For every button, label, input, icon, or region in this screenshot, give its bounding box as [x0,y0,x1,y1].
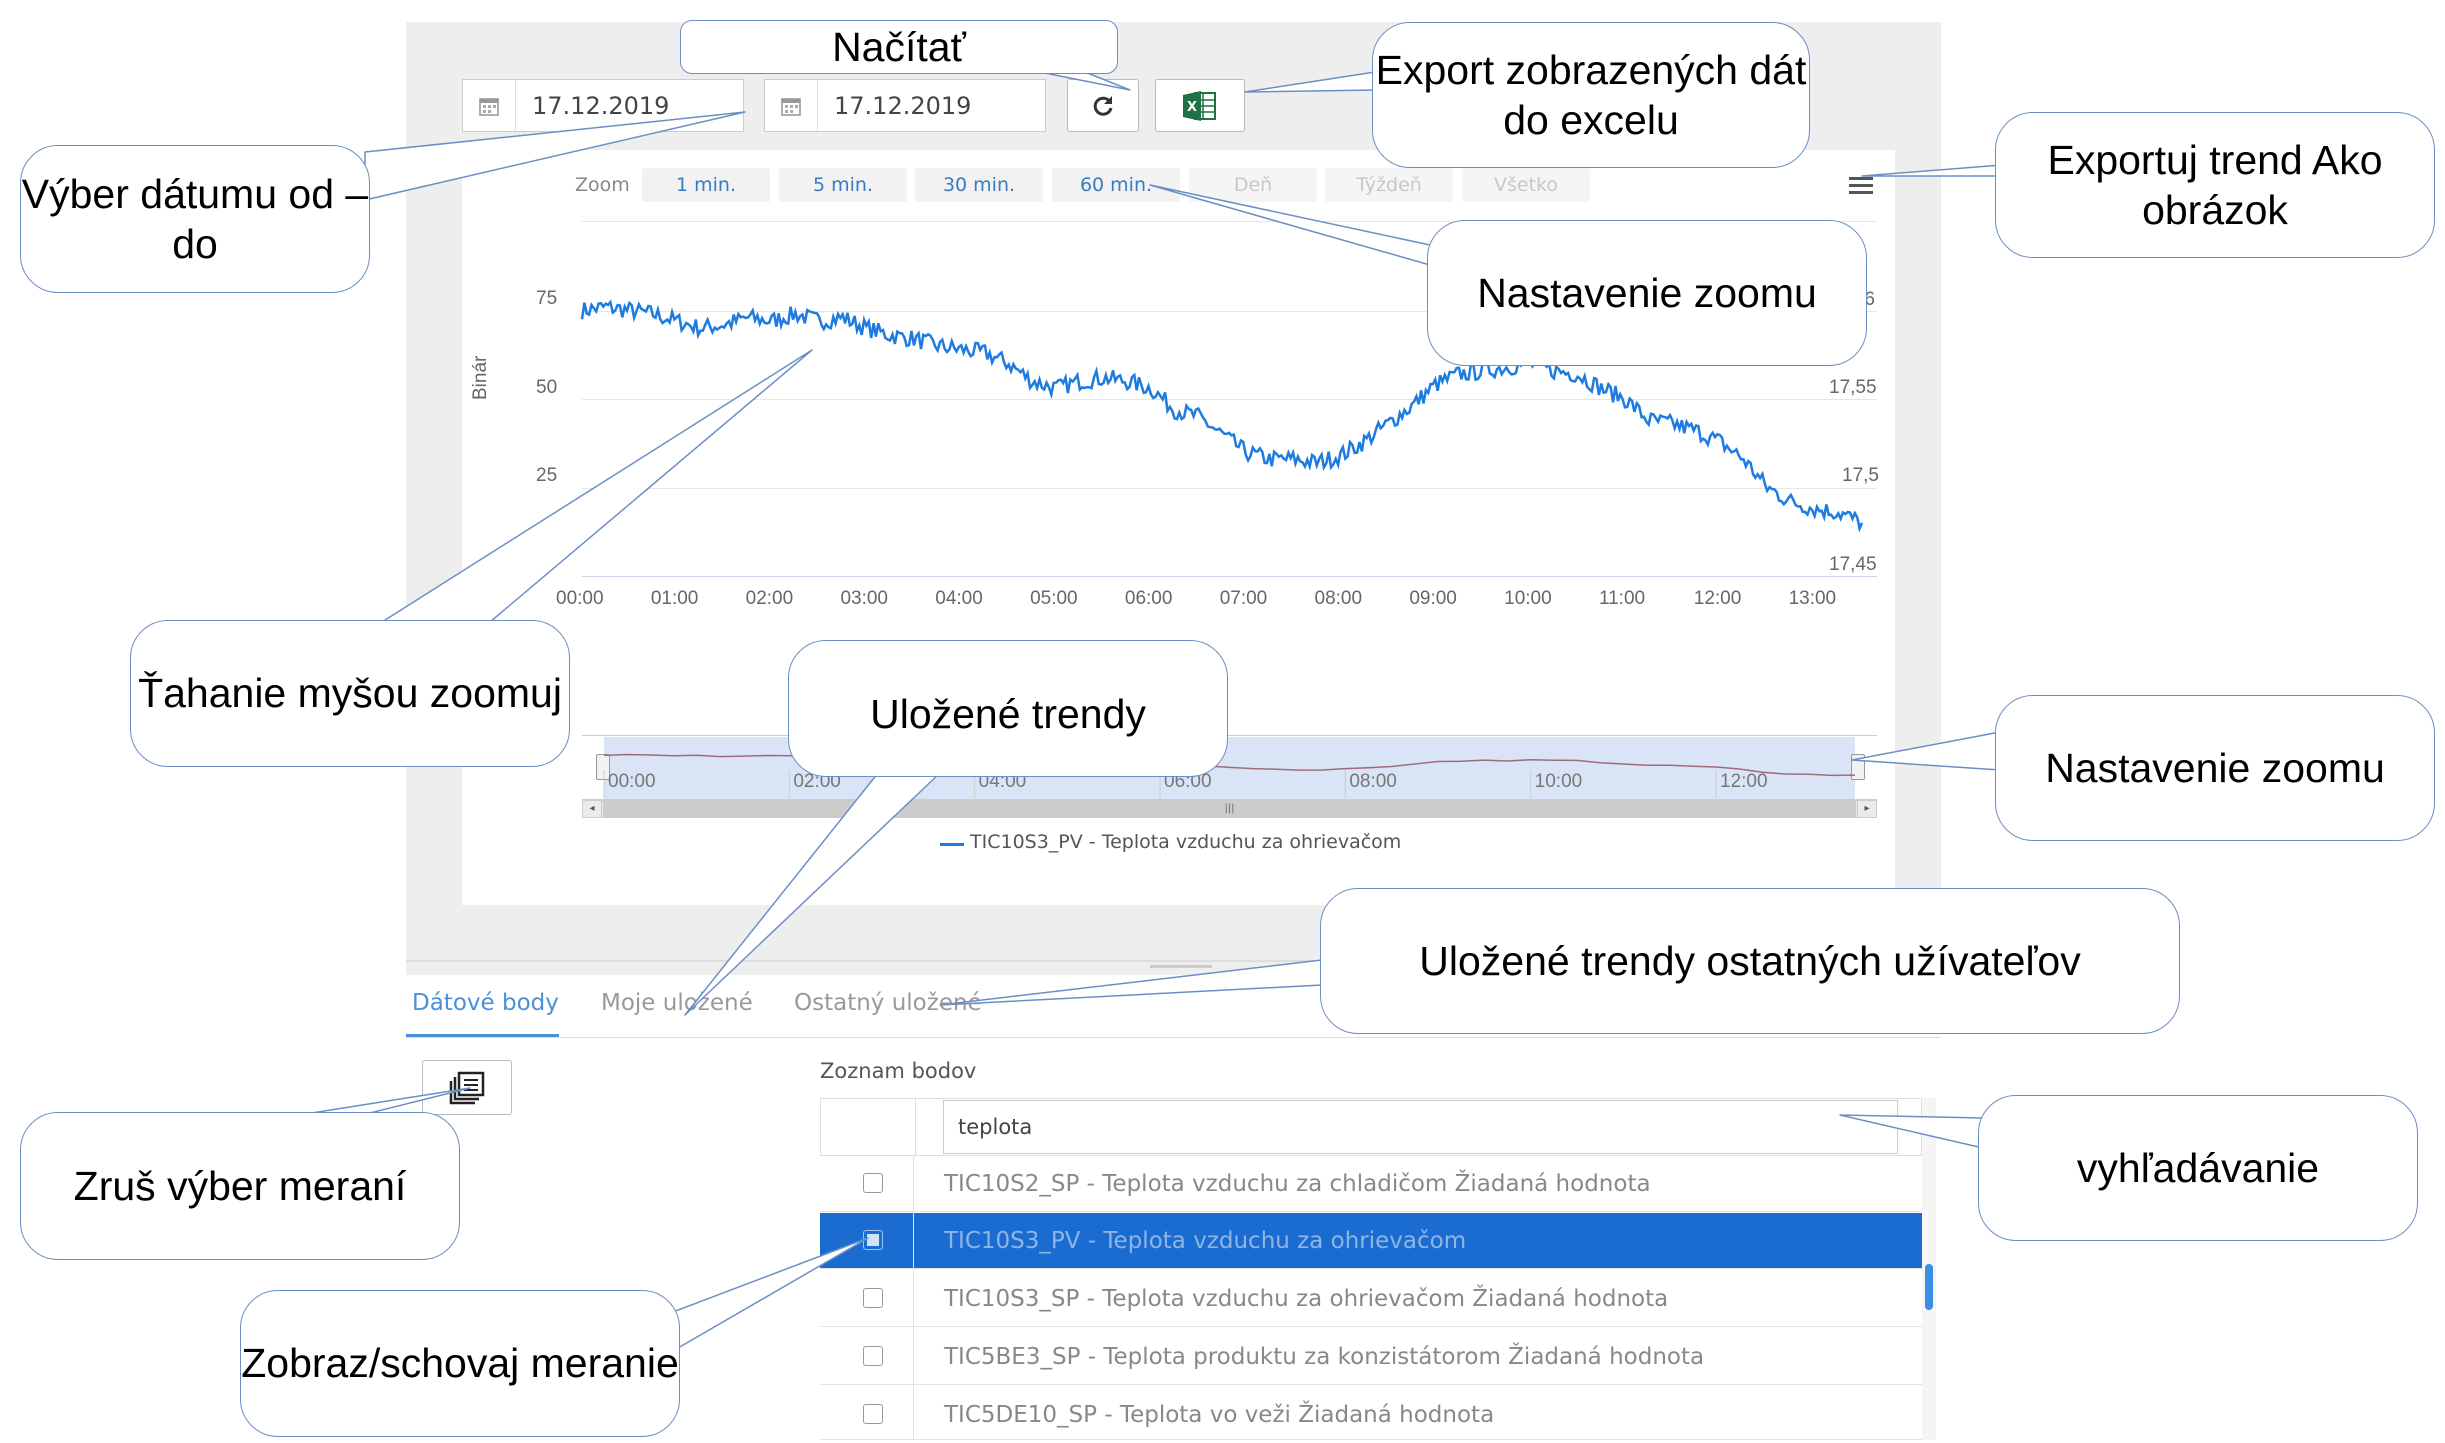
pointer-date-range [364,111,746,201]
pointer-export-trend [1861,164,2003,177]
callout-others-saved: Uložené trendy ostatných užívateľov [1320,888,2180,1034]
callout-date-range: Výber dátumu od – do [20,145,370,293]
callout-load: Načítať [680,20,1118,74]
callout-export-excel: Export zobrazených dát do excelu [1372,22,1810,168]
callout-saved-trends: Uložené trendy [788,640,1228,777]
pointer-others-saved [939,959,1323,1006]
callout-search: vyhľadávanie [1978,1095,2418,1241]
pointer-navigator-zoom [1851,731,2001,771]
pointer-search [1839,1114,1984,1149]
callout-clear-selection: Zruš výber meraní [20,1112,460,1260]
callout-toggle-measurement: Zobraz/schovaj meranie [240,1290,680,1437]
pointer-nacitat [1039,71,1131,91]
callout-navigator-zoom: Nastavenie zoomu [1995,695,2435,841]
callout-export-trend: Exportuj trend Ako obrázok [1995,112,2435,258]
callout-zoom-setting: Nastavenie zoomu [1427,220,1867,366]
pointer-export-excel [1244,71,1376,93]
pointer-drag-zoom [381,349,813,623]
pointer-saved-trends [684,772,941,1016]
pointer-zoom-buttons [1149,184,1431,266]
callout-drag-zoom: Ťahanie myšou zoomuj [130,620,570,767]
